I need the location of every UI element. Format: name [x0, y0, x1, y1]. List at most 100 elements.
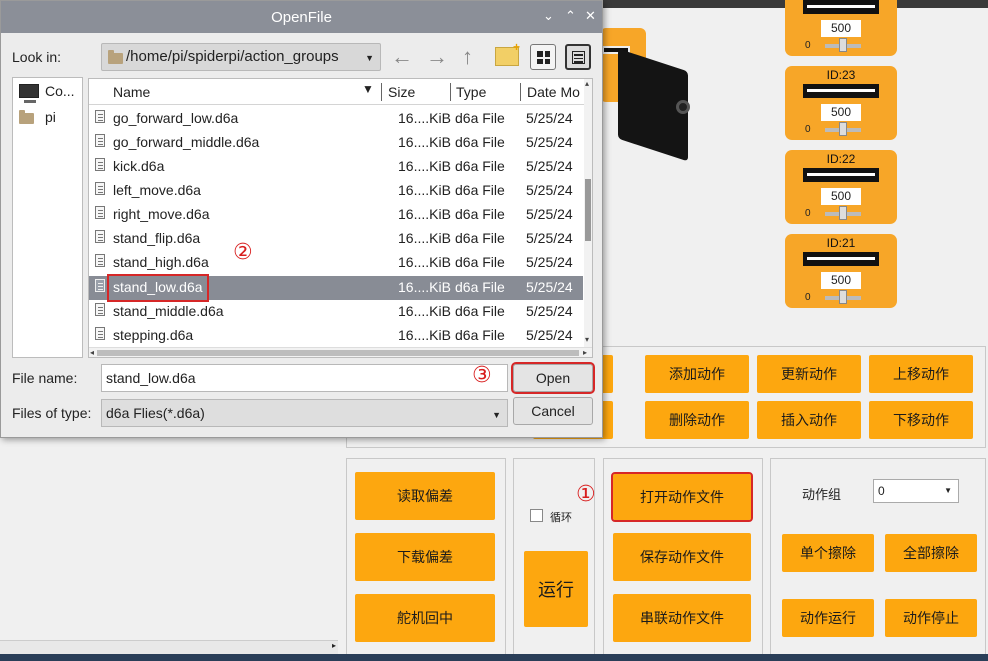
file-size: 16....KiB [398, 182, 451, 198]
vertical-scrollbar[interactable]: ▴ ▾ [584, 79, 592, 347]
file-type: d6a File [455, 303, 505, 319]
back-arrow-icon[interactable]: ← [391, 43, 413, 71]
place-label: Co... [45, 83, 75, 99]
date-column-header[interactable]: Date Mo [527, 84, 580, 100]
file-row[interactable]: go_forward_low.d6a 16....KiB d6a File 5/… [89, 107, 583, 131]
file-row[interactable]: right_move.d6a 16....KiB d6a File 5/25/2… [89, 203, 583, 227]
file-row[interactable]: kick.d6a 16....KiB d6a File 5/25/24 [89, 155, 583, 179]
insert-action-button[interactable]: 插入动作 [757, 401, 861, 439]
robot-preview [600, 28, 700, 162]
erase-all-button[interactable]: 全部擦除 [885, 534, 977, 572]
servo-value[interactable]: 500 [821, 104, 861, 121]
file-row[interactable]: stand_flip.d6a 16....KiB d6a File 5/25/2… [89, 227, 583, 251]
servo-slider-thumb[interactable] [839, 206, 847, 220]
file-row[interactable]: stepping.d6a 16....KiB d6a File 5/25/24 [89, 324, 583, 348]
dialog-title-bar[interactable]: OpenFile ⌄ ⌃ ✕ [1, 1, 602, 33]
action-group-value: 0 [878, 484, 885, 498]
minimize-icon[interactable]: ⌄ [543, 8, 554, 24]
file-size: 16....KiB [398, 254, 451, 270]
new-folder-icon[interactable] [495, 40, 520, 66]
servo-slider-thumb[interactable] [839, 38, 847, 52]
action-group-select[interactable]: 0 ▼ [873, 479, 959, 503]
deviation-panel: 读取偏差 下载偏差 舵机回中 [346, 458, 506, 656]
detail-view-button[interactable] [565, 44, 591, 70]
file-type: d6a File [455, 206, 505, 222]
files-of-type-select[interactable]: d6a Flies(*.d6a) ▼ [101, 399, 508, 427]
scrollbar-thumb[interactable] [97, 350, 579, 356]
chevron-left-icon: ◂ [90, 348, 95, 357]
save-action-file-button[interactable]: 保存动作文件 [613, 533, 751, 581]
action-group-panel: 动作组 0 ▼ 单个擦除 全部擦除 动作运行 动作停止 [770, 458, 986, 656]
action-stop-button[interactable]: 动作停止 [885, 599, 977, 637]
maximize-icon[interactable]: ⌃ [565, 8, 576, 24]
action-run-button[interactable]: 动作运行 [782, 599, 874, 637]
servo-value[interactable]: 500 [821, 20, 861, 37]
move-down-action-button[interactable]: 下移动作 [869, 401, 973, 439]
download-deviation-button[interactable]: 下载偏差 [355, 533, 495, 581]
look-in-combo[interactable]: /home/pi/spiderpi/action_groups ▼ [101, 43, 381, 71]
open-action-file-button[interactable]: 打开动作文件 [611, 472, 753, 522]
file-name: stand_flip.d6a [113, 230, 201, 246]
action-group-label: 动作组 [802, 487, 842, 502]
servo-slider-thumb[interactable] [839, 122, 847, 136]
file-date: 5/25/24 [526, 279, 573, 295]
forward-arrow-icon[interactable]: → [426, 43, 448, 71]
file-row[interactable]: stand_middle.d6a 16....KiB d6a File 5/25… [89, 300, 583, 324]
servo-id: ID:23 [826, 68, 856, 82]
current-path: /home/pi/spiderpi/action_groups [126, 48, 339, 65]
file-name: stand_high.d6a [113, 254, 209, 270]
file-row[interactable]: left_move.d6a 16....KiB d6a File 5/25/24 [89, 179, 583, 203]
loop-checkbox[interactable] [530, 509, 543, 522]
servo-slider-thumb[interactable] [839, 290, 847, 304]
file-type: d6a File [455, 182, 505, 198]
icon-view-button[interactable] [530, 44, 556, 70]
move-up-action-button[interactable]: 上移动作 [869, 355, 973, 393]
grid-view-icon [537, 51, 550, 64]
name-column-header[interactable]: Name [113, 84, 150, 100]
file-date: 5/25/24 [526, 303, 573, 319]
cancel-button[interactable]: Cancel [513, 397, 593, 425]
servo-value[interactable]: 500 [821, 272, 861, 289]
servo-center-button[interactable]: 舵机回中 [355, 594, 495, 642]
single-erase-button[interactable]: 单个擦除 [782, 534, 874, 572]
file-row[interactable]: go_forward_middle.d6a 16....KiB d6a File… [89, 131, 583, 155]
chain-action-file-button[interactable]: 串联动作文件 [613, 594, 751, 642]
chevron-right-icon: ▸ [583, 348, 588, 357]
horizontal-scrollbar[interactable]: ◂ ▸ [89, 347, 592, 357]
step-1-marker: ① [576, 482, 596, 507]
read-deviation-button[interactable]: 读取偏差 [355, 472, 495, 520]
servo-bar [803, 168, 879, 182]
file-icon [95, 182, 105, 195]
servo-bar [803, 0, 879, 14]
open-button[interactable]: Open [511, 362, 595, 394]
file-name-input[interactable]: stand_low.d6a [101, 364, 508, 392]
run-button[interactable]: 运行 [524, 551, 588, 627]
computer-icon [19, 84, 39, 103]
file-name: kick.d6a [113, 158, 165, 174]
files-of-type-label: Files of type: [12, 405, 92, 421]
type-column-header[interactable]: Type [456, 84, 486, 100]
add-action-button[interactable]: 添加动作 [645, 355, 749, 393]
delete-action-button[interactable]: 删除动作 [645, 401, 749, 439]
file-icon [95, 279, 105, 292]
list-view-icon [572, 51, 585, 64]
servo-value[interactable]: 500 [821, 188, 861, 205]
up-arrow-icon[interactable]: ↑ [462, 43, 473, 71]
file-name: left_move.d6a [113, 182, 201, 198]
scrollbar-thumb[interactable] [585, 179, 591, 241]
file-row-selected[interactable]: stand_low.d6a 16....KiB d6a File 5/25/24 [89, 274, 583, 302]
file-icon [95, 254, 105, 267]
file-icon [95, 230, 105, 243]
file-name: go_forward_low.d6a [113, 110, 239, 126]
chevron-down-icon: ▼ [492, 410, 501, 420]
dialog-title: OpenFile [271, 9, 332, 26]
file-row[interactable]: stand_high.d6a 16....KiB d6a File 5/25/2… [89, 251, 583, 275]
file-name: stand_low.d6a [107, 274, 209, 302]
loop-label: 循环 [550, 512, 572, 524]
bottom-scrollbar[interactable]: ▸ [0, 640, 338, 654]
file-name: stepping.d6a [113, 327, 194, 343]
file-icon [95, 303, 105, 316]
update-action-button[interactable]: 更新动作 [757, 355, 861, 393]
close-icon[interactable]: ✕ [585, 8, 596, 24]
size-column-header[interactable]: Size [388, 84, 415, 100]
